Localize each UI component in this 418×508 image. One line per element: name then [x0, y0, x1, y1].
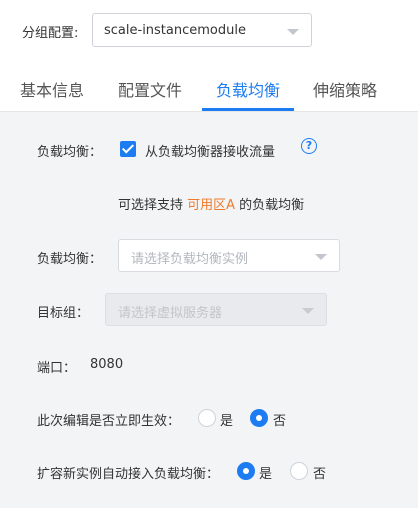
- target-group-select[interactable]: 请选择虚拟服务器: [105, 293, 327, 326]
- zone-hint: 可选择支持 可用区A 的负载均衡: [118, 194, 304, 213]
- lb-instance-select[interactable]: 请选择负载均衡实例: [118, 239, 340, 272]
- auto-attach-label: 扩容新实例自动接入负载均衡：: [37, 467, 220, 482]
- tab-scaling-policy[interactable]: 伸缩策略: [313, 77, 377, 101]
- group-config-value: scale-instancemodule: [104, 23, 246, 38]
- help-icon[interactable]: ?: [301, 138, 317, 154]
- auto-attach-yes-label: 是: [259, 467, 273, 482]
- apply-now-label: 此次编辑是否立即生效：: [37, 414, 181, 429]
- lb-instance-placeholder: 请选择负载均衡实例: [131, 252, 249, 267]
- chevron-down-icon: [315, 254, 327, 260]
- chevron-down-icon: [287, 29, 299, 35]
- apply-now-yes-radio[interactable]: [198, 409, 216, 427]
- auto-attach-no-label: 否: [313, 467, 327, 482]
- auto-attach-no-radio[interactable]: [290, 462, 308, 480]
- target-group-placeholder: 请选择虚拟服务器: [118, 306, 223, 321]
- hint-suffix: 的负载均衡: [235, 198, 305, 213]
- chevron-down-icon: [302, 308, 314, 314]
- tab-bar: 基本信息 配置文件 负载均衡 伸缩策略: [0, 70, 418, 112]
- hint-zone: 可用区A: [187, 198, 236, 213]
- target-group-label: 目标组：: [37, 306, 90, 321]
- port-label: 端口：: [37, 361, 77, 376]
- lb-select-label: 负载均衡：: [37, 252, 103, 267]
- apply-now-no-label: 否: [273, 414, 287, 429]
- apply-now-no-radio[interactable]: [250, 409, 268, 427]
- auto-attach-yes-radio[interactable]: [237, 462, 255, 480]
- receive-traffic-checkbox[interactable]: [120, 141, 136, 157]
- group-config-select[interactable]: scale-instancemodule: [92, 13, 312, 47]
- tab-load-balancing[interactable]: 负载均衡: [216, 77, 280, 101]
- lb-label: 负载均衡：: [37, 145, 103, 160]
- active-tab-indicator: [202, 108, 294, 111]
- apply-now-yes-label: 是: [220, 414, 234, 429]
- tab-basic-info[interactable]: 基本信息: [20, 77, 84, 101]
- hint-prefix: 可选择支持: [118, 198, 188, 213]
- group-config-label: 分组配置:: [22, 26, 79, 41]
- tab-config-file[interactable]: 配置文件: [118, 77, 182, 101]
- port-value: 8080: [90, 357, 124, 372]
- receive-traffic-label: 从负载均衡器接收流量: [145, 145, 276, 160]
